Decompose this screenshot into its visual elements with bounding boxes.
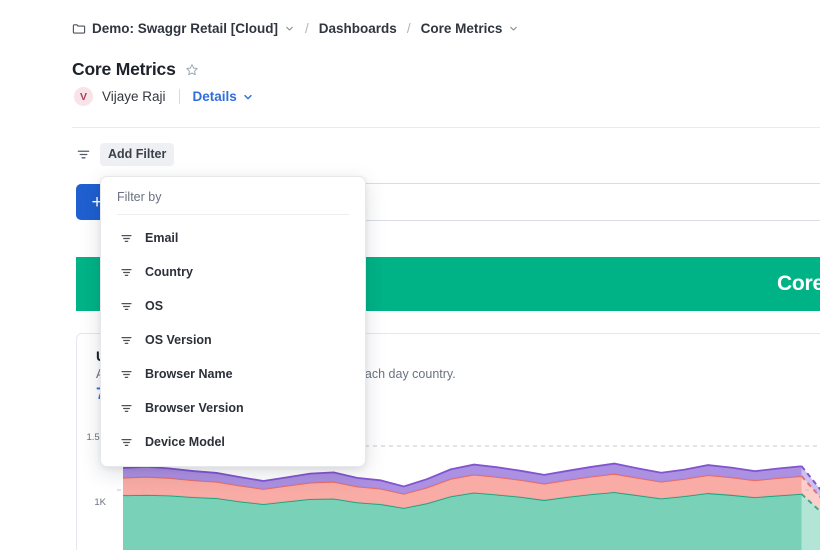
breadcrumb-workspace[interactable]: Demo: Swaggr Retail [Cloud] [72, 21, 295, 36]
filter-icon [119, 231, 133, 245]
filter-option-country[interactable]: Country [101, 255, 365, 289]
filter-option-label: Device Model [145, 435, 225, 449]
add-filter-button[interactable]: Add Filter [100, 143, 175, 166]
breadcrumb-page[interactable]: Core Metrics [421, 21, 520, 36]
filter-option-os-version[interactable]: OS Version [101, 323, 365, 357]
breadcrumb-separator-1: / [305, 21, 309, 36]
breadcrumb: Demo: Swaggr Retail [Cloud] / Dashboards… [72, 21, 519, 36]
filter-icon [119, 367, 133, 381]
filter-icon [119, 401, 133, 415]
breadcrumb-section-label: Dashboards [318, 21, 397, 36]
filter-option-os[interactable]: OS [101, 289, 365, 323]
filter-bar: Add Filter [74, 143, 175, 166]
filter-option-label: OS [145, 299, 164, 313]
byline-divider [178, 89, 180, 104]
filter-dropdown-list: Email Country OS OS Version Browser Name Brow… [101, 215, 365, 459]
breadcrumb-page-label: Core Metrics [420, 21, 503, 36]
filter-option-email[interactable]: Email [101, 221, 365, 255]
author-name: Vijaye Raji [102, 89, 166, 104]
filter-icon[interactable] [74, 146, 92, 164]
filter-option-browser-version[interactable]: Browser Version [101, 391, 365, 425]
breadcrumb-separator-2: / [406, 21, 411, 36]
avatar: V [74, 87, 93, 106]
filter-option-label: Email [145, 231, 179, 245]
header-divider [72, 127, 820, 128]
star-icon[interactable] [185, 63, 199, 77]
page-title: Core Metrics [72, 59, 176, 79]
filter-dropdown-header: Filter by [117, 190, 162, 204]
chevron-down-icon[interactable] [508, 23, 519, 34]
folder-icon [72, 22, 86, 36]
byline-row: V Vijaye Raji Details [74, 87, 254, 106]
filter-dropdown: Filter by Email Country OS OS Version Browse… [100, 176, 366, 467]
breadcrumb-workspace-label: Demo: Swaggr Retail [Cloud] [92, 21, 279, 36]
details-label: Details [192, 89, 237, 104]
area-series-teal [123, 492, 802, 550]
y-axis-label-1000: 1K [94, 497, 106, 508]
breadcrumb-section[interactable]: Dashboards [319, 21, 397, 36]
app-root: Demo: Swaggr Retail [Cloud] / Dashboards… [0, 0, 820, 550]
filter-icon [119, 333, 133, 347]
chevron-down-icon[interactable] [284, 23, 295, 34]
page-title-row: Core Metrics [72, 59, 199, 80]
filter-option-label: Browser Name [145, 367, 233, 381]
filter-option-label: OS Version [145, 333, 212, 347]
banner-label: Core [776, 272, 820, 295]
filter-icon [119, 435, 133, 449]
details-button[interactable]: Details [193, 89, 254, 104]
filter-icon [119, 265, 133, 279]
chevron-down-icon [242, 91, 254, 103]
filter-option-label: Browser Version [145, 401, 244, 415]
filter-option-browser-name[interactable]: Browser Name [101, 357, 365, 391]
filter-icon [119, 299, 133, 313]
filter-option-device-model[interactable]: Device Model [101, 425, 365, 459]
filter-option-label: Country [145, 265, 193, 279]
